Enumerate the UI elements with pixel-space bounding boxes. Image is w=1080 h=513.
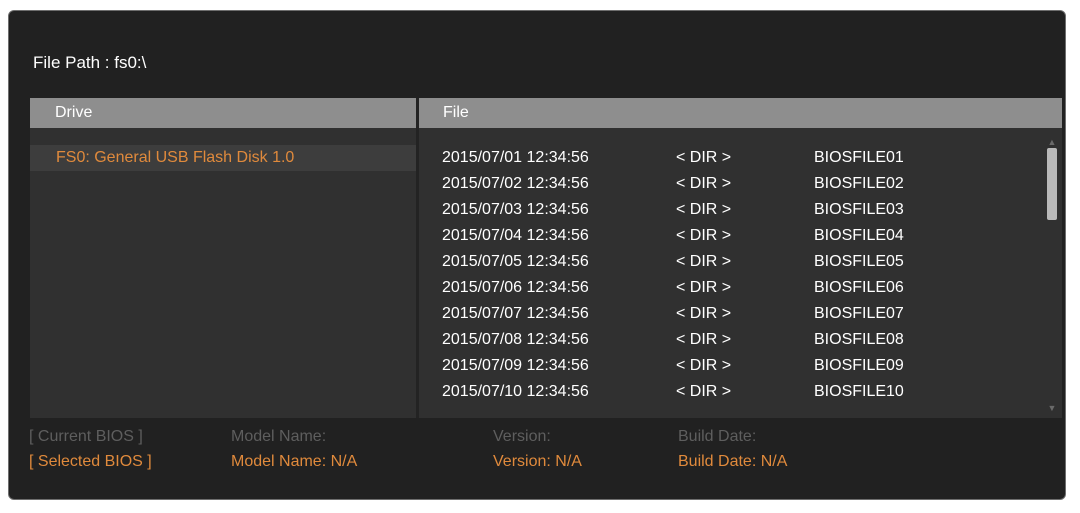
- file-row[interactable]: 2015/07/07 12:34:56 < DIR > BIOSFILE07: [442, 301, 1042, 327]
- file-name: BIOSFILE06: [814, 279, 904, 296]
- file-row[interactable]: 2015/07/03 12:34:56 < DIR > BIOSFILE03: [442, 197, 1042, 223]
- drive-header: Drive: [30, 98, 416, 128]
- selected-model-name: Model Name: N/A: [231, 453, 358, 470]
- file-type: < DIR >: [676, 201, 732, 218]
- file-date: 2015/07/04 12:34:56: [442, 227, 589, 244]
- file-type: < DIR >: [676, 331, 732, 348]
- file-list: 2015/07/01 12:34:56 < DIR > BIOSFILE01 2…: [442, 145, 1042, 405]
- file-date: 2015/07/03 12:34:56: [442, 201, 589, 218]
- current-model-name: Model Name:: [231, 428, 327, 445]
- file-row[interactable]: 2015/07/05 12:34:56 < DIR > BIOSFILE05: [442, 249, 1042, 275]
- selected-version: Version: N/A: [493, 453, 582, 470]
- drive-item-fs0[interactable]: FS0: General USB Flash Disk 1.0: [30, 145, 416, 171]
- file-date: 2015/07/07 12:34:56: [442, 305, 589, 322]
- file-row[interactable]: 2015/07/09 12:34:56 < DIR > BIOSFILE09: [442, 353, 1042, 379]
- file-date: 2015/07/09 12:34:56: [442, 357, 589, 374]
- file-date: 2015/07/05 12:34:56: [442, 253, 589, 270]
- file-name: BIOSFILE03: [814, 201, 904, 218]
- file-type: < DIR >: [676, 305, 732, 322]
- file-row[interactable]: 2015/07/04 12:34:56 < DIR > BIOSFILE04: [442, 223, 1042, 249]
- file-header: File: [419, 98, 1062, 128]
- file-name: BIOSFILE02: [814, 175, 904, 192]
- current-build-date: Build Date:: [678, 428, 757, 445]
- file-path: File Path : fs0:\: [33, 53, 147, 72]
- scroll-down-arrow-icon[interactable]: ▼: [1045, 402, 1059, 414]
- current-version: Version:: [493, 428, 551, 445]
- panel-divider: [416, 98, 419, 418]
- scrollbar-thumb[interactable]: [1047, 148, 1057, 220]
- selected-build-date: Build Date: N/A: [678, 453, 788, 470]
- file-name: BIOSFILE07: [814, 305, 904, 322]
- file-date: 2015/07/02 12:34:56: [442, 175, 589, 192]
- file-name: BIOSFILE05: [814, 253, 904, 270]
- file-type: < DIR >: [676, 383, 732, 400]
- file-type: < DIR >: [676, 149, 732, 166]
- file-row[interactable]: 2015/07/08 12:34:56 < DIR > BIOSFILE08: [442, 327, 1042, 353]
- file-name: BIOSFILE04: [814, 227, 904, 244]
- file-type: < DIR >: [676, 227, 732, 244]
- file-name: BIOSFILE08: [814, 331, 904, 348]
- file-name: BIOSFILE10: [814, 383, 904, 400]
- file-date: 2015/07/10 12:34:56: [442, 383, 589, 400]
- selected-bios-label: [ Selected BIOS ]: [29, 453, 152, 470]
- file-row[interactable]: 2015/07/06 12:34:56 < DIR > BIOSFILE06: [442, 275, 1042, 301]
- browser-panel: Drive File FS0: General USB Flash Disk 1…: [30, 98, 1062, 418]
- file-name: BIOSFILE09: [814, 357, 904, 374]
- file-row[interactable]: 2015/07/02 12:34:56 < DIR > BIOSFILE02: [442, 171, 1042, 197]
- file-type: < DIR >: [676, 357, 732, 374]
- file-type: < DIR >: [676, 253, 732, 270]
- file-row[interactable]: 2015/07/10 12:34:56 < DIR > BIOSFILE10: [442, 379, 1042, 405]
- file-row[interactable]: 2015/07/01 12:34:56 < DIR > BIOSFILE01: [442, 145, 1042, 171]
- bios-flash-window: File Path : fs0:\ Drive File FS0: Genera…: [8, 10, 1066, 500]
- scroll-up-arrow-icon[interactable]: ▲: [1045, 136, 1059, 148]
- file-date: 2015/07/01 12:34:56: [442, 149, 589, 166]
- current-bios-label: [ Current BIOS ]: [29, 428, 143, 445]
- file-name: BIOSFILE01: [814, 149, 904, 166]
- file-type: < DIR >: [676, 279, 732, 296]
- file-type: < DIR >: [676, 175, 732, 192]
- file-list-scrollbar[interactable]: ▲ ▼: [1045, 136, 1059, 414]
- file-date: 2015/07/06 12:34:56: [442, 279, 589, 296]
- file-date: 2015/07/08 12:34:56: [442, 331, 589, 348]
